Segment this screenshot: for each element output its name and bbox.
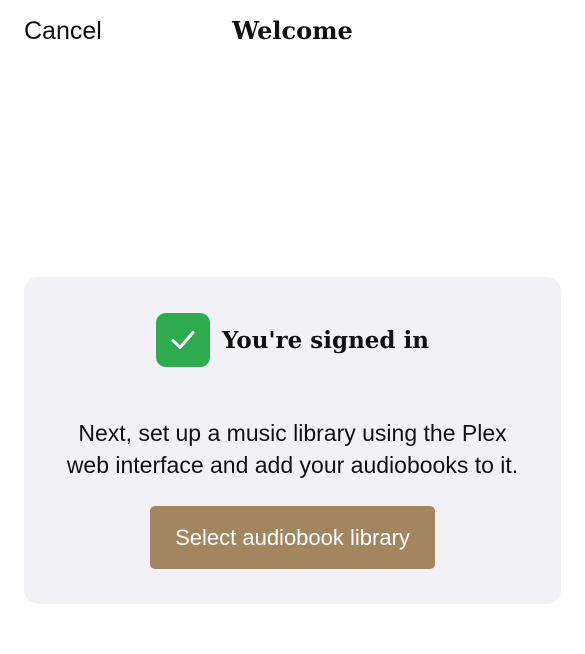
select-audiobook-library-button[interactable]: Select audiobook library <box>150 506 435 569</box>
navigation-bar: Cancel Welcome <box>0 0 585 62</box>
signed-in-label: You're signed in <box>222 326 429 354</box>
checkmark-icon <box>156 313 211 367</box>
instruction-line-2: web interface and add your audiobooks to… <box>66 452 519 478</box>
page-title: Welcome <box>232 16 353 45</box>
instruction-line-1: Next, set up a music library using the P… <box>78 420 507 446</box>
instruction-message: Next, set up a music library using the P… <box>24 417 561 481</box>
signed-in-card: You're signed in Next, set up a music li… <box>24 277 561 604</box>
signed-in-status: You're signed in <box>24 313 561 367</box>
